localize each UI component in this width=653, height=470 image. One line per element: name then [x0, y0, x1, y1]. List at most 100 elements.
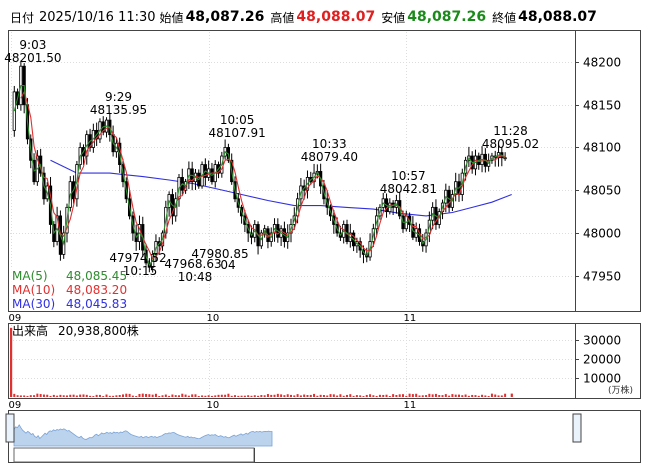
volume-bar	[487, 396, 490, 397]
volume-bar	[13, 393, 16, 397]
volume-bar	[382, 394, 385, 397]
navigator-scrollbar-thumb[interactable]	[13, 447, 255, 463]
volume-spike-bar	[10, 327, 13, 397]
volume-bar	[82, 394, 85, 397]
volume-bar	[296, 394, 299, 397]
volume-bar	[332, 394, 335, 397]
navigator-left-handle[interactable]	[5, 413, 15, 443]
volume-tick-label: 10000	[583, 372, 621, 386]
high-annotation-price: 48042.81	[380, 182, 437, 196]
volume-bar	[484, 395, 487, 397]
volume-bar	[171, 394, 174, 397]
volume-bar	[234, 395, 236, 397]
volume-bar	[283, 395, 286, 397]
volume-bar	[375, 395, 378, 397]
low-annotation-time: 10:15	[123, 264, 158, 278]
volume-bar	[303, 394, 306, 397]
volume-bar	[168, 395, 171, 397]
volume-bar	[263, 395, 266, 397]
price-tick-label: 47950	[583, 270, 621, 284]
volume-bar	[194, 394, 197, 397]
chart-window: 日付 2025/10/16 11:30 始値 48,087.26 高値 48,0…	[0, 0, 653, 470]
volume-bar	[421, 395, 424, 397]
high-annotation-time: 9:03	[19, 38, 46, 52]
volume-bar	[504, 393, 507, 397]
volume-bar	[138, 393, 141, 397]
volume-bar	[434, 393, 437, 397]
volume-bar	[131, 395, 134, 397]
volume-bar	[66, 395, 68, 397]
volume-bar	[349, 394, 352, 397]
volume-bar	[128, 393, 131, 397]
volume-bar	[352, 395, 355, 397]
volume-bar	[326, 395, 329, 397]
volume-bar	[220, 394, 223, 397]
high-annotation-time: 9:29	[105, 90, 132, 104]
volume-bar	[102, 396, 105, 397]
time-tick-label: 10	[207, 313, 220, 324]
volume-bar	[243, 395, 246, 397]
volume-bar	[158, 396, 161, 397]
volume-bar	[257, 395, 260, 397]
volume-bar	[471, 394, 474, 397]
volume-bar	[369, 394, 372, 397]
volume-bar	[444, 394, 447, 397]
volume-bar	[336, 395, 339, 397]
volume-bar	[217, 394, 220, 397]
volume-bar	[79, 394, 82, 397]
high-annotation-price: 48107.91	[208, 126, 265, 140]
price-tick-label: 48150	[583, 99, 621, 113]
volume-bar	[313, 393, 316, 397]
volume-bar	[85, 394, 88, 397]
volume-tick-label: 30000	[583, 334, 621, 348]
volume-bar	[276, 393, 279, 397]
volume-bar	[458, 394, 460, 397]
volume-bar	[286, 394, 289, 397]
volume-bar	[362, 396, 365, 397]
time-tick-label: 09	[9, 313, 22, 324]
volume-bar	[227, 393, 230, 397]
volume-bar	[148, 394, 151, 397]
volume-bar	[16, 395, 19, 397]
volume-bar	[319, 394, 322, 397]
price-tick-label: 48000	[583, 227, 621, 241]
candle-up	[12, 91, 16, 131]
volume-bar	[290, 394, 292, 397]
low-annotation-price: 47974.52	[109, 251, 166, 265]
volume-bar	[145, 393, 148, 397]
volume-bar	[490, 393, 493, 397]
high-annotation-time: 10:57	[391, 169, 426, 183]
navigator-right-handle[interactable]	[572, 413, 582, 443]
volume-bar	[474, 395, 477, 397]
chart-canvas[interactable]: 47950 48000 48050 48100 48150 48200 10000 20000…	[0, 0, 653, 470]
volume-bar	[72, 394, 75, 397]
high-annotation-time: 10:05	[220, 113, 255, 127]
volume-bar	[260, 395, 263, 397]
volume-bar	[56, 395, 59, 397]
volume-bar	[42, 394, 45, 397]
volume-bar	[464, 394, 467, 397]
volume-bar	[408, 393, 411, 397]
ma10-label: MA(10)	[12, 283, 55, 297]
volume-bar	[125, 393, 128, 397]
volume-bar	[398, 394, 401, 397]
volume-bar	[388, 396, 391, 397]
volume-bar	[184, 394, 187, 397]
volume-bar	[402, 394, 404, 397]
volume-bar	[108, 395, 111, 397]
volume-bar	[378, 394, 381, 397]
volume-bar	[346, 394, 348, 397]
volume-bar	[451, 394, 454, 397]
volume-unit: (万株)	[608, 384, 633, 396]
volume-bar	[161, 395, 164, 397]
volume-bar	[89, 395, 92, 397]
volume-bar	[52, 394, 55, 397]
volume-bar	[95, 394, 98, 397]
volume-bar	[39, 394, 42, 397]
volume-bar	[36, 393, 39, 397]
volume-bar	[395, 394, 398, 397]
volume-bar	[494, 394, 497, 397]
volume-bar	[500, 395, 503, 397]
volume-time-tick-label: 11	[404, 400, 417, 411]
volume-bar	[454, 394, 457, 397]
